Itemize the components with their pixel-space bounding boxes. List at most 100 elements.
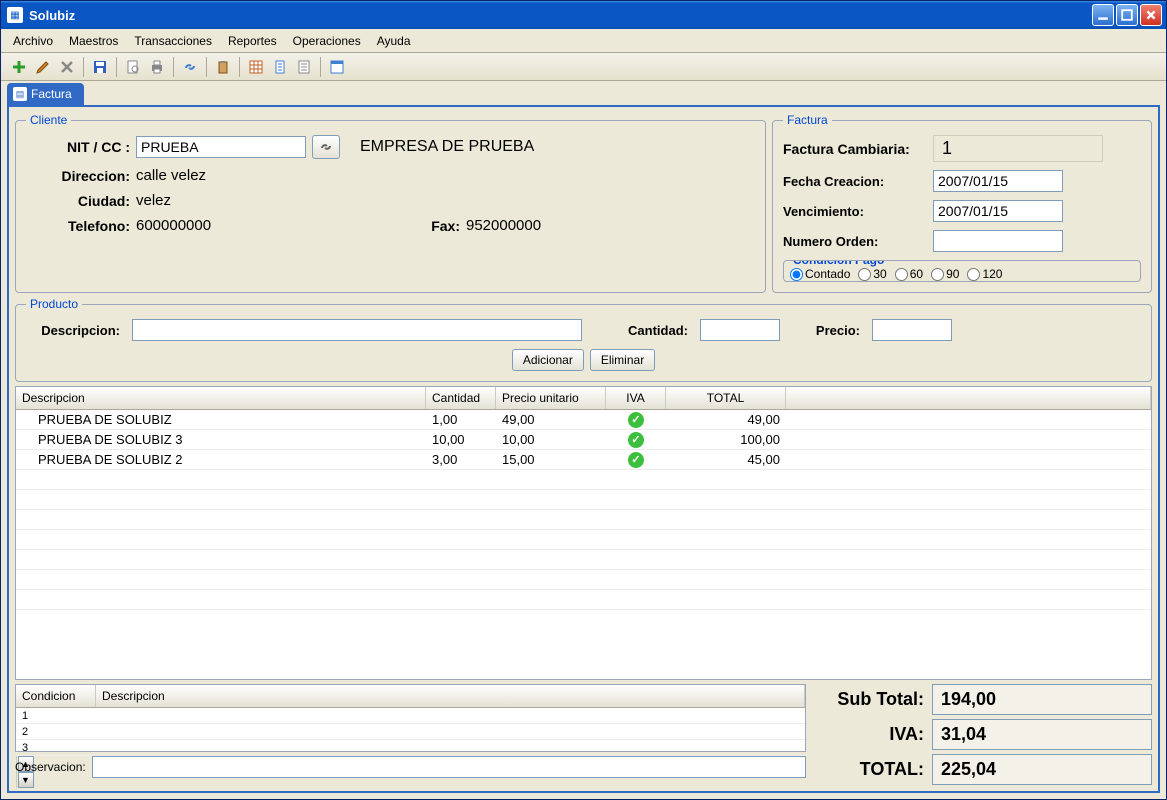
- toolbar-separator: [83, 57, 84, 77]
- cell-precio: 15,00: [496, 452, 606, 467]
- fecha-label: Fecha Creacion:: [783, 174, 933, 189]
- form-icon[interactable]: [325, 55, 349, 79]
- cell-total: 49,00: [666, 412, 786, 427]
- cell-total: 100,00: [666, 432, 786, 447]
- table-row[interactable]: 1: [16, 708, 805, 724]
- app-window: ▦ Solubiz Archivo Maestros Transacciones…: [0, 0, 1167, 800]
- venc-label: Vencimiento:: [783, 204, 933, 219]
- col-header-total[interactable]: TOTAL: [666, 387, 786, 409]
- toolbar: [1, 53, 1166, 81]
- radio-60[interactable]: 60: [895, 267, 923, 281]
- add-icon[interactable]: [7, 55, 31, 79]
- clipboard-icon[interactable]: [211, 55, 235, 79]
- adicionar-button[interactable]: Adicionar: [512, 349, 584, 371]
- col-header-blank: [786, 387, 1151, 409]
- col-header-iva[interactable]: IVA: [606, 387, 666, 409]
- list-icon[interactable]: [292, 55, 316, 79]
- table-row-empty: [16, 470, 1151, 490]
- precio-input[interactable]: [872, 319, 952, 341]
- cell-total: 45,00: [666, 452, 786, 467]
- table-row[interactable]: 3: [16, 740, 805, 756]
- table-row[interactable]: 2: [16, 724, 805, 740]
- radio-30[interactable]: 30: [858, 267, 886, 281]
- cell-desc: PRUEBA DE SOLUBIZ 3: [16, 432, 426, 447]
- preview-icon[interactable]: [121, 55, 145, 79]
- cell-precio: 49,00: [496, 412, 606, 427]
- radio-90[interactable]: 90: [931, 267, 959, 281]
- menu-reportes[interactable]: Reportes: [220, 31, 285, 51]
- total-value: 225,04: [932, 754, 1152, 785]
- subtotal-value: 194,00: [932, 684, 1152, 715]
- table-row[interactable]: PRUEBA DE SOLUBIZ 310,0010,00✓100,00: [16, 430, 1151, 450]
- delete-icon[interactable]: [55, 55, 79, 79]
- doc-icon[interactable]: [268, 55, 292, 79]
- nit-label: NIT / CC :: [26, 139, 136, 155]
- tab-strip: ▤ Factura: [1, 81, 1166, 105]
- cell-iva: ✓: [606, 431, 666, 448]
- table-row-empty: [16, 590, 1151, 610]
- tab-factura[interactable]: ▤ Factura: [7, 83, 84, 105]
- venc-input[interactable]: [933, 200, 1063, 222]
- cond-col-descripcion[interactable]: Descripcion: [96, 685, 805, 707]
- radio-120[interactable]: 120: [967, 267, 1002, 281]
- table-row-empty: [16, 570, 1151, 590]
- radio-contado[interactable]: Contado: [790, 267, 850, 281]
- cantidad-input[interactable]: [700, 319, 780, 341]
- cond-pago-legend: Condicion Pago: [790, 260, 887, 267]
- fax-value: 952000000: [466, 217, 541, 234]
- iva-value: 31,04: [932, 719, 1152, 750]
- edit-icon[interactable]: [31, 55, 55, 79]
- items-grid[interactable]: Descripcion Cantidad Precio unitario IVA…: [15, 386, 1152, 680]
- menu-transacciones[interactable]: Transacciones: [126, 31, 220, 51]
- table-row[interactable]: PRUEBA DE SOLUBIZ 23,0015,00✓45,00: [16, 450, 1151, 470]
- table-row[interactable]: PRUEBA DE SOLUBIZ1,0049,00✓49,00: [16, 410, 1151, 430]
- search-client-button[interactable]: [312, 135, 340, 159]
- eliminar-button[interactable]: Eliminar: [590, 349, 655, 371]
- cambiaria-value: 1: [933, 135, 1103, 162]
- col-header-descripcion[interactable]: Descripcion: [16, 387, 426, 409]
- menubar: Archivo Maestros Transacciones Reportes …: [1, 29, 1166, 53]
- toolbar-separator: [116, 57, 117, 77]
- factura-group: Factura Factura Cambiaria: 1 Fecha Creac…: [772, 113, 1152, 293]
- save-icon[interactable]: [88, 55, 112, 79]
- cond-col-condicion[interactable]: Condicion: [16, 685, 96, 707]
- maximize-button[interactable]: [1116, 4, 1138, 26]
- nit-input[interactable]: [136, 136, 306, 158]
- cell-cond: 3: [16, 742, 96, 754]
- cell-cond: 1: [16, 710, 96, 722]
- close-button[interactable]: [1140, 4, 1162, 26]
- cliente-nombre: EMPRESA DE PRUEBA: [360, 138, 534, 156]
- orden-input[interactable]: [933, 230, 1063, 252]
- menu-maestros[interactable]: Maestros: [61, 31, 126, 51]
- minimize-button[interactable]: [1092, 4, 1114, 26]
- grid-icon[interactable]: [244, 55, 268, 79]
- fecha-input[interactable]: [933, 170, 1063, 192]
- telefono-value: 600000000: [136, 217, 416, 234]
- link-icon[interactable]: [178, 55, 202, 79]
- ciudad-value: velez: [136, 192, 171, 209]
- col-header-precio[interactable]: Precio unitario: [496, 387, 606, 409]
- print-icon[interactable]: [145, 55, 169, 79]
- cell-precio: 10,00: [496, 432, 606, 447]
- descripcion-input[interactable]: [132, 319, 582, 341]
- menu-ayuda[interactable]: Ayuda: [369, 31, 419, 51]
- observacion-input[interactable]: [92, 756, 806, 778]
- total-label: TOTAL:: [812, 759, 932, 780]
- check-icon: ✓: [628, 432, 644, 448]
- app-icon: ▦: [7, 7, 23, 23]
- menu-archivo[interactable]: Archivo: [5, 31, 61, 51]
- menu-operaciones[interactable]: Operaciones: [285, 31, 369, 51]
- table-row-empty: [16, 510, 1151, 530]
- table-row-empty: [16, 550, 1151, 570]
- condicion-grid[interactable]: Condicion Descripcion 123 ▲ ▼: [15, 684, 806, 752]
- factura-legend: Factura: [783, 113, 832, 127]
- descripcion-label: Descripcion:: [26, 323, 126, 338]
- col-header-cantidad[interactable]: Cantidad: [426, 387, 496, 409]
- table-row-empty: [16, 530, 1151, 550]
- cell-cant: 3,00: [426, 452, 496, 467]
- cell-iva: ✓: [606, 411, 666, 428]
- window-title: Solubiz: [29, 8, 1092, 23]
- producto-group: Producto Descripcion: Cantidad: Precio: …: [15, 297, 1152, 382]
- observacion-label: Observacion:: [15, 760, 86, 774]
- toolbar-separator: [173, 57, 174, 77]
